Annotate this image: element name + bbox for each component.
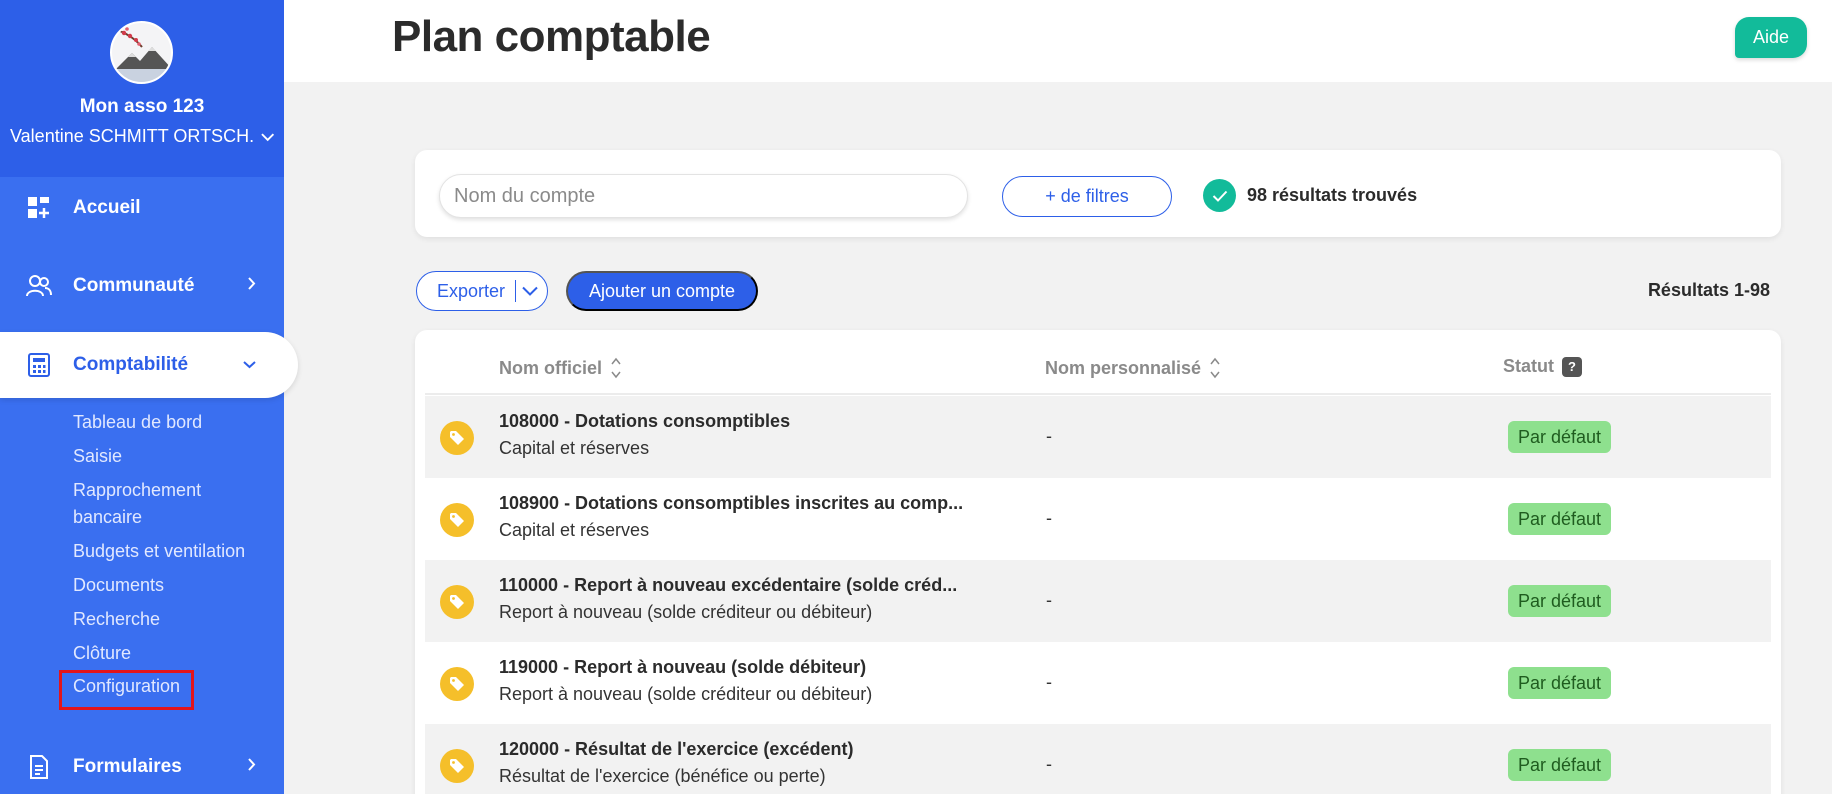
account-title: 119000 - Report à nouveau (solde débiteu… (499, 657, 867, 677)
account-custom-name: - (1046, 672, 1052, 692)
page-title: Plan comptable (392, 12, 711, 61)
account-title: 120000 - Résultat de l'exercice (excéden… (499, 739, 854, 759)
export-divider (515, 280, 517, 302)
add-account-button[interactable]: Ajouter un compte (566, 271, 758, 311)
status-badge: Par défaut (1508, 585, 1612, 617)
account-category: Report à nouveau (solde créditeur ou déb… (499, 684, 873, 704)
calculator-icon (26, 352, 52, 378)
users-icon (26, 273, 52, 299)
sidebar: Mon asso 123 Valentine SCHMITT ORTSCH...… (0, 0, 298, 794)
user-menu[interactable]: Valentine SCHMITT ORTSCH... (10, 126, 274, 147)
tag-icon (440, 503, 474, 537)
results-count: 98 résultats trouvés (1247, 185, 1418, 205)
user-name: Valentine SCHMITT ORTSCH... (10, 126, 253, 146)
column-label: Nom personnalisé (1045, 357, 1202, 378)
nav-item-home[interactable]: Accueil (0, 178, 284, 238)
subnav-entry[interactable]: Saisie (73, 446, 122, 467)
page-header: Plan comptable Aide (284, 0, 1832, 82)
account-category: Résultat de l'exercice (bénéfice ou pert… (499, 766, 826, 786)
tag-icon (440, 749, 474, 783)
nav-label-accounting: Comptabilité (73, 354, 189, 375)
sort-icon[interactable] (1209, 356, 1221, 380)
check-icon (1203, 179, 1236, 212)
table-row[interactable]: 110000 - Report à nouveau excédentaire (… (425, 560, 1771, 642)
tag-icon (440, 585, 474, 619)
search-card: + de filtres 98 résultats trouvés (415, 150, 1781, 237)
sidebar-profile: Mon asso 123 Valentine SCHMITT ORTSCH... (0, 0, 284, 177)
chevron-down-icon (260, 132, 274, 141)
account-custom-name: - (1046, 590, 1052, 610)
more-filters-button[interactable]: + de filtres (1002, 176, 1172, 217)
column-header-official-name[interactable]: Nom officiel (499, 356, 622, 380)
highlight-box (59, 670, 194, 710)
results-range: Résultats 1-98 (1647, 280, 1770, 300)
tag-icon (440, 421, 474, 455)
org-name: Mon asso 123 (79, 96, 205, 117)
chevron-right-icon (248, 758, 256, 776)
table-row[interactable]: 119000 - Report à nouveau (solde débiteu… (425, 642, 1771, 724)
export-label: Exporter (437, 280, 506, 301)
help-button[interactable]: Aide (1735, 17, 1807, 58)
accounts-table: Nom officiel Nom personnalisé Statut ? 1… (415, 330, 1781, 794)
nav-label-community: Communauté (73, 275, 195, 296)
nav-item-accounting[interactable]: Comptabilité (0, 332, 298, 398)
dashboard-icon (26, 195, 52, 221)
header-divider (425, 393, 1771, 395)
account-custom-name: - (1046, 754, 1052, 774)
subnav-bank-reconciliation[interactable]: Rapprochement (73, 480, 201, 501)
export-button[interactable]: Exporter (416, 271, 548, 311)
status-badge: Par défaut (1508, 749, 1612, 781)
subnav-search[interactable]: Recherche (73, 609, 160, 630)
column-header-status: Statut ? (1503, 356, 1582, 377)
subnav-documents[interactable]: Documents (73, 575, 164, 596)
chevron-right-icon (248, 277, 256, 295)
nav-label-home: Accueil (73, 197, 141, 218)
status-badge: Par défaut (1508, 503, 1612, 535)
subnav-dashboard[interactable]: Tableau de bord (73, 412, 202, 433)
sort-icon[interactable] (610, 356, 622, 380)
column-label: Nom officiel (499, 357, 603, 378)
subnav-bank-reconciliation-line2[interactable]: bancaire (73, 507, 142, 528)
subnav-closing[interactable]: Clôture (73, 643, 131, 664)
table-row[interactable]: 108000 - Dotations consomptibles Capital… (425, 396, 1771, 478)
chevron-down-icon (243, 356, 256, 374)
table-row[interactable]: 108900 - Dotations consomptibles inscrit… (425, 478, 1771, 560)
account-title: 108900 - Dotations consomptibles inscrit… (499, 493, 964, 513)
account-custom-name: - (1046, 426, 1052, 446)
column-header-custom-name[interactable]: Nom personnalisé (1045, 356, 1221, 380)
account-title: 110000 - Report à nouveau excédentaire (… (499, 575, 958, 595)
search-input[interactable] (439, 174, 968, 218)
subnav-budgets[interactable]: Budgets et ventilation (73, 541, 245, 562)
tag-icon (440, 667, 474, 701)
nav-item-forms[interactable]: Formulaires (0, 737, 284, 794)
account-title: 108000 - Dotations consomptibles (499, 411, 791, 431)
table-row[interactable]: 120000 - Résultat de l'exercice (excéden… (425, 724, 1771, 794)
nav-label-forms: Formulaires (73, 756, 182, 777)
status-badge: Par défaut (1508, 667, 1612, 699)
status-badge: Par défaut (1508, 421, 1612, 453)
account-category: Capital et réserves (499, 520, 650, 540)
account-category: Capital et réserves (499, 438, 650, 458)
document-icon (26, 754, 52, 780)
chevron-down-icon[interactable] (522, 286, 538, 296)
nav-item-community[interactable]: Communauté (0, 256, 284, 316)
org-avatar[interactable] (110, 21, 173, 84)
help-icon[interactable]: ? (1562, 356, 1582, 377)
account-category: Report à nouveau (solde créditeur ou déb… (499, 602, 873, 622)
account-custom-name: - (1046, 508, 1052, 528)
column-label: Statut (1503, 356, 1554, 376)
